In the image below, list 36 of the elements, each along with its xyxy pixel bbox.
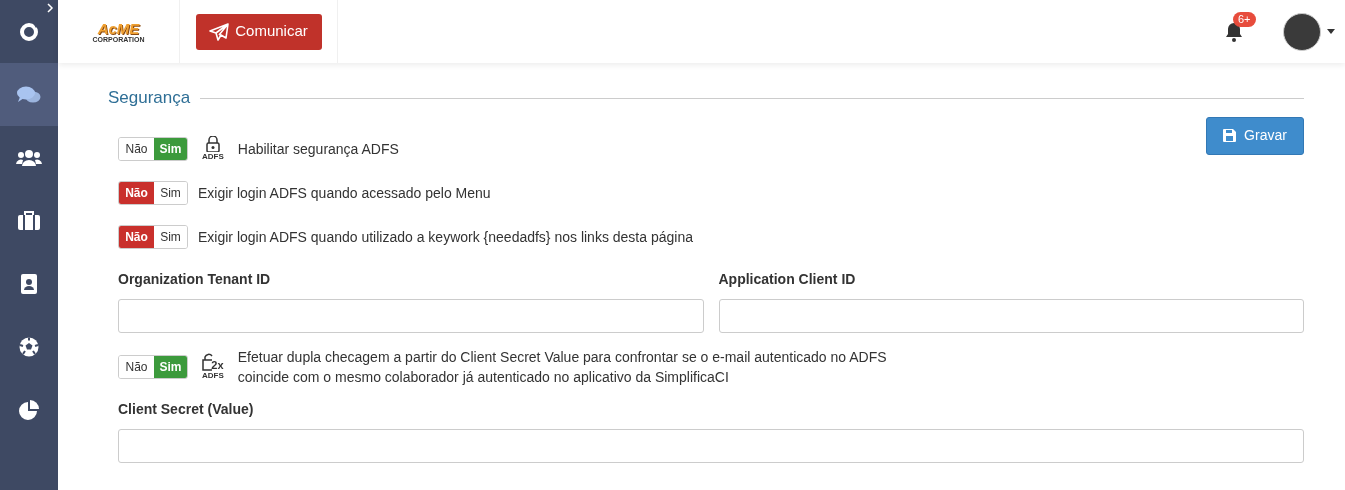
chat-bubbles-icon xyxy=(17,84,41,105)
sidebar-item[interactable] xyxy=(0,63,58,126)
app-logo-icon[interactable] xyxy=(19,21,39,42)
caret-down-icon[interactable] xyxy=(1327,29,1335,34)
communicate-button[interactable]: Comunicar xyxy=(195,13,322,50)
toggle-switch[interactable]: Não Sim xyxy=(118,180,188,205)
briefcase-icon xyxy=(18,210,40,231)
input-field[interactable] xyxy=(718,298,1304,333)
icon-badge-text: 2x xyxy=(211,360,224,371)
icon-caption: ADFS xyxy=(202,153,224,161)
field-label: Client Secret (Value) xyxy=(118,399,255,419)
setting-label: Exigir login ADFS quando acessado pelo Menu xyxy=(198,183,491,203)
field-label: Organization Tenant ID xyxy=(118,269,272,289)
pie-chart-icon xyxy=(19,399,39,420)
field-label: Application Client ID xyxy=(718,269,857,289)
input-field[interactable] xyxy=(118,428,1304,463)
padlock-icon xyxy=(205,136,220,152)
section-title: Segurança xyxy=(108,87,191,109)
bell-icon[interactable] xyxy=(1225,21,1243,42)
paper-plane-icon xyxy=(209,22,230,41)
setting-label: Habilitar segurança ADFS xyxy=(237,139,399,159)
toggle-switch[interactable]: Não Sim xyxy=(118,136,188,161)
logo-word: AcME xyxy=(97,20,140,36)
users-icon xyxy=(16,148,42,167)
chevron-right-icon[interactable] xyxy=(46,3,54,13)
save-button[interactable]: Gravar xyxy=(1206,116,1304,155)
avatar[interactable] xyxy=(1283,12,1321,51)
input-field[interactable] xyxy=(118,298,704,333)
toggle-switch[interactable]: Não Sim xyxy=(118,354,188,379)
notification-badge: 6+ xyxy=(1233,11,1256,27)
setting-label: Exigir login ADFS quando utilizado a keywork {needadfs} nos links desta página xyxy=(198,227,693,247)
toggle-switch[interactable]: Não Sim xyxy=(118,224,188,249)
setting-label: Efetuar dupla checagem a partir do Client Secret Value para confrontar se o e-mail autenticado no ADFS coincide com o mesmo colaborador já autenticado no aplicativo da SimplificaCI xyxy=(237,347,888,387)
contact-book-icon xyxy=(20,273,38,294)
soccer-ball-icon xyxy=(19,336,39,357)
icon-caption: ADFS xyxy=(202,372,224,380)
